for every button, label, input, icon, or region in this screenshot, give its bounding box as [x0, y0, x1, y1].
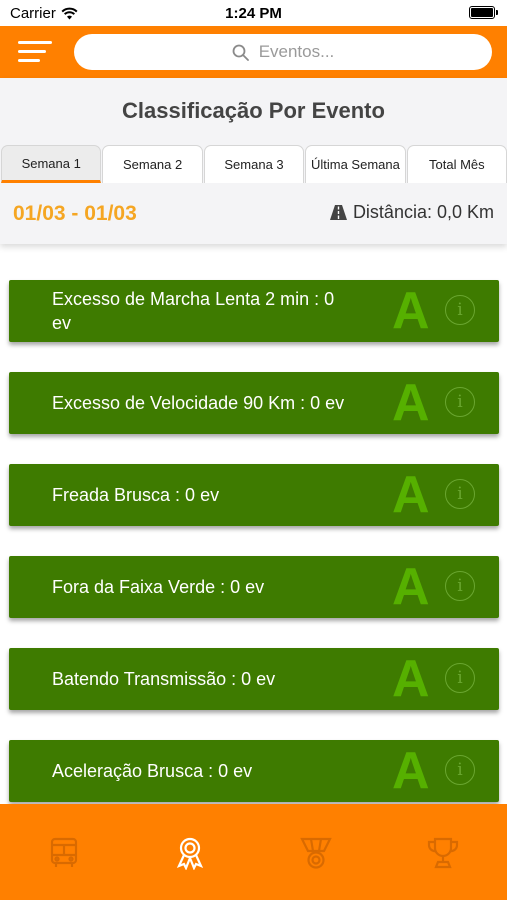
tab-semana-1[interactable]: Semana 1: [1, 145, 102, 183]
page-title: Classificação Por Evento: [122, 98, 385, 123]
nav-ranking[interactable]: [173, 836, 207, 871]
status-bar: Carrier 1:24 PM: [0, 0, 507, 26]
summary-panel: Classificação Por Evento Semana 1 Semana…: [0, 78, 507, 244]
info-icon[interactable]: i: [445, 571, 475, 601]
event-grade: A: [392, 374, 430, 432]
nav-medals[interactable]: [299, 836, 333, 870]
event-label: Excesso de Marcha Lenta 2 min : 0 ev: [52, 289, 335, 333]
event-grade: A: [392, 650, 430, 708]
award-ribbon-icon: [176, 837, 204, 871]
battery-icon: [469, 6, 498, 19]
info-icon[interactable]: i: [445, 479, 475, 509]
clock: 1:24 PM: [225, 5, 282, 22]
info-icon[interactable]: i: [445, 387, 475, 417]
event-grade: A: [392, 558, 430, 616]
tab-semana-3[interactable]: Semana 3: [203, 145, 305, 183]
tab-ultima-semana[interactable]: Última Semana: [305, 145, 406, 183]
search-input[interactable]: Eventos...: [74, 34, 492, 70]
distance-label: Distância: 0,0 Km: [352, 202, 494, 222]
trophy-icon: [427, 837, 459, 869]
search-icon: [232, 44, 249, 61]
info-icon[interactable]: i: [445, 755, 475, 785]
event-label: Freada Brusca : 0 ev: [52, 485, 220, 505]
bottom-nav: [0, 804, 507, 900]
road-icon: [329, 205, 347, 220]
week-tabs: Semana 1 Semana 2 Semana 3 Última Semana…: [1, 145, 507, 183]
event-label: Excesso de Velocidade 90 Km : 0 ev: [52, 393, 345, 413]
info-icon[interactable]: i: [445, 663, 475, 693]
tab-total-mes[interactable]: Total Mês: [406, 145, 507, 183]
app-header: Eventos...: [0, 26, 507, 78]
event-grade: A: [392, 282, 430, 340]
event-card[interactable]: Aceleração Brusca : 0 ev A i: [9, 740, 499, 802]
event-card[interactable]: Excesso de Marcha Lenta 2 min : 0 ev A i: [9, 280, 499, 342]
search-placeholder: Eventos...: [258, 42, 335, 61]
event-card[interactable]: Freada Brusca : 0 ev A i: [9, 464, 499, 526]
event-label: Batendo Transmissão : 0 ev: [52, 669, 276, 689]
nav-trophy[interactable]: [426, 836, 460, 870]
medal-icon: [300, 837, 332, 869]
event-list: Excesso de Marcha Lenta 2 min : 0 ev A i…: [9, 280, 499, 832]
event-label: Fora da Faixa Verde : 0 ev: [52, 577, 265, 597]
hamburger-menu-icon[interactable]: [18, 41, 52, 63]
date-range: 01/03 - 01/03: [13, 202, 137, 225]
info-icon[interactable]: i: [445, 295, 475, 325]
tab-semana-2[interactable]: Semana 2: [102, 145, 203, 183]
nav-bus[interactable]: [47, 836, 81, 870]
event-card[interactable]: Excesso de Velocidade 90 Km : 0 ev A i: [9, 372, 499, 434]
bus-icon: [50, 837, 78, 867]
event-card[interactable]: Fora da Faixa Verde : 0 ev A i: [9, 556, 499, 618]
event-label: Aceleração Brusca : 0 ev: [52, 761, 253, 781]
event-grade: A: [392, 466, 430, 524]
distance-info: Distância: 0,0 Km: [329, 202, 494, 223]
event-grade: A: [392, 742, 430, 800]
event-card[interactable]: Batendo Transmissão : 0 ev A i: [9, 648, 499, 710]
